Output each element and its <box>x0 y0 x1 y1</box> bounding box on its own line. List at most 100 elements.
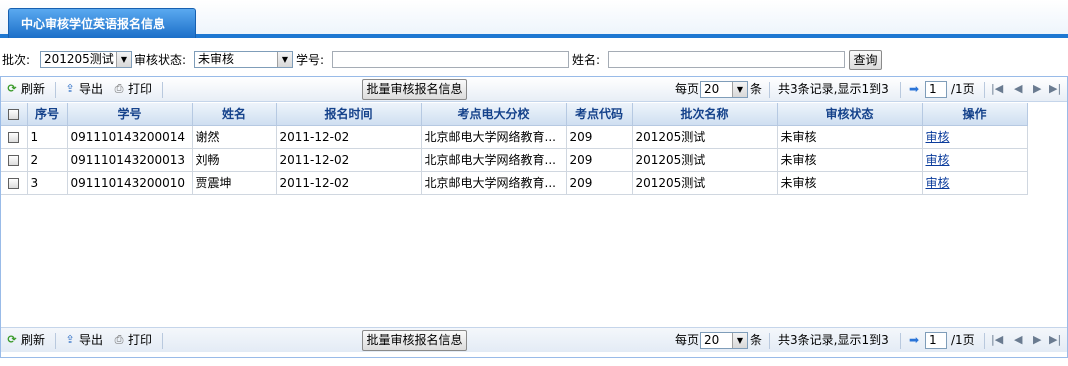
refresh-label: 刷新 <box>21 333 46 347</box>
refresh-button[interactable]: ⟳ 刷新 <box>5 331 45 349</box>
name-input[interactable] <box>608 51 845 68</box>
top-toolbar: ⟳ 刷新 ⇪ 导出 ⎙ 打印 批量审核报名信息 每页 20 ▼ 条 共3条记录,… <box>1 77 1067 102</box>
cell-branch: 北京邮电大学网络教育... <box>421 148 567 172</box>
batch-review-button[interactable]: 批量审核报名信息 <box>362 79 467 100</box>
column-header[interactable]: 审核状态 <box>777 103 923 126</box>
cell-branch: 北京邮电大学网络教育... <box>421 125 567 149</box>
query-button[interactable]: 查询 <box>849 50 882 70</box>
cell-seq: 2 <box>27 148 68 172</box>
batch-label: 批次: <box>2 53 31 67</box>
first-page-icon[interactable]: |◀ <box>991 331 1003 349</box>
refresh-icon: ⟳ <box>7 82 17 95</box>
go-page-icon[interactable]: ➡ <box>909 80 919 98</box>
column-header[interactable]: 姓名 <box>192 103 277 126</box>
per-page-select[interactable]: 20 ▼ <box>700 332 748 349</box>
print-label: 打印 <box>128 82 153 96</box>
prev-page-icon[interactable]: ◀ <box>1014 331 1022 349</box>
last-page-icon[interactable]: ▶| <box>1049 80 1061 98</box>
print-button[interactable]: ⎙ 打印 <box>112 331 152 349</box>
cell-time: 2011-12-02 <box>276 125 422 149</box>
per-page-value: 20 <box>704 333 720 347</box>
page-input[interactable]: 1 <box>925 81 947 98</box>
cell-name: 谢然 <box>192 125 277 149</box>
tab-bar: 中心审核学位英语报名信息 <box>0 0 1068 38</box>
toolbar-divider <box>162 82 163 98</box>
chevron-down-icon: ▼ <box>277 52 292 67</box>
print-icon: ⎙ <box>114 333 124 346</box>
table-row[interactable]: 3 091110143200010 贾震坤 2011-12-02 北京邮电大学网… <box>1 171 1028 195</box>
export-label: 导出 <box>79 82 104 96</box>
go-page-icon[interactable]: ➡ <box>909 331 919 349</box>
student-no-label: 学号: <box>296 53 325 67</box>
column-header[interactable]: 批次名称 <box>632 103 778 126</box>
table-header-row: 序号 学号 姓名 报名时间 考点电大分校 考点代码 批次名称 审核状态 操作 <box>1 103 1028 126</box>
cell-action: 审核 <box>922 171 1028 195</box>
cell-batch: 201205测试 <box>632 125 778 149</box>
column-header[interactable]: 报名时间 <box>276 103 422 126</box>
column-header[interactable]: 序号 <box>27 103 68 126</box>
review-link[interactable]: 审核 <box>926 153 950 167</box>
status-label: 审核状态: <box>134 53 187 67</box>
toolbar-divider <box>55 82 56 98</box>
per-page-select[interactable]: 20 ▼ <box>700 81 748 98</box>
student-no-input[interactable] <box>332 51 569 68</box>
cell-student-no: 091110143200014 <box>67 125 193 149</box>
table-row[interactable]: 1 091110143200014 谢然 2011-12-02 北京邮电大学网络… <box>1 125 1028 149</box>
per-page-value: 20 <box>704 82 720 96</box>
tab-title[interactable]: 中心审核学位英语报名信息 <box>8 8 196 38</box>
toolbar-divider <box>900 333 901 349</box>
cell-time: 2011-12-02 <box>276 148 422 172</box>
checkbox-icon <box>8 154 20 166</box>
column-header[interactable]: 操作 <box>922 103 1028 126</box>
batch-select[interactable]: 201205测试 ▼ <box>40 51 132 68</box>
cell-status: 未审核 <box>777 171 923 195</box>
cell-code: 209 <box>566 171 633 195</box>
next-page-icon[interactable]: ▶ <box>1033 80 1041 98</box>
grid-panel: ⟳ 刷新 ⇪ 导出 ⎙ 打印 批量审核报名信息 每页 20 ▼ 条 共3条记录,… <box>0 76 1068 358</box>
refresh-button[interactable]: ⟳ 刷新 <box>5 80 45 98</box>
page-input[interactable]: 1 <box>925 332 947 349</box>
print-label: 打印 <box>128 333 153 347</box>
export-label: 导出 <box>79 333 104 347</box>
table-row[interactable]: 2 091110143200013 刘畅 2011-12-02 北京邮电大学网络… <box>1 148 1028 172</box>
per-page-suffix: 条 <box>750 333 763 347</box>
row-checkbox[interactable] <box>1 148 28 172</box>
select-all-checkbox[interactable] <box>1 103 28 126</box>
review-link[interactable]: 审核 <box>926 176 950 190</box>
toolbar-divider <box>900 82 901 98</box>
export-button[interactable]: ⇪ 导出 <box>63 80 103 98</box>
prev-page-icon[interactable]: ◀ <box>1014 80 1022 98</box>
column-header[interactable]: 考点电大分校 <box>421 103 567 126</box>
toolbar-divider <box>769 333 770 349</box>
export-button[interactable]: ⇪ 导出 <box>63 331 103 349</box>
batch-review-button[interactable]: 批量审核报名信息 <box>362 330 467 351</box>
cell-time: 2011-12-02 <box>276 171 422 195</box>
bottom-toolbar: ⟳ 刷新 ⇪ 导出 ⎙ 打印 批量审核报名信息 每页 20 ▼ 条 共3条记录,… <box>1 327 1067 352</box>
records-info: 共3条记录,显示1到3 <box>778 82 889 96</box>
toolbar-divider <box>984 82 985 98</box>
review-link[interactable]: 审核 <box>926 130 950 144</box>
per-page-suffix: 条 <box>750 82 763 96</box>
checkbox-icon <box>8 108 20 120</box>
row-checkbox[interactable] <box>1 171 28 195</box>
refresh-icon: ⟳ <box>7 333 17 346</box>
cell-action: 审核 <box>922 125 1028 149</box>
cell-status: 未审核 <box>777 148 923 172</box>
status-select[interactable]: 未审核 ▼ <box>194 51 293 68</box>
page-total: /1页 <box>951 82 975 96</box>
chevron-down-icon: ▼ <box>732 82 747 97</box>
cell-status: 未审核 <box>777 125 923 149</box>
checkbox-icon <box>8 177 20 189</box>
toolbar-divider <box>769 82 770 98</box>
column-header[interactable]: 考点代码 <box>566 103 633 126</box>
refresh-label: 刷新 <box>21 82 46 96</box>
toolbar-divider <box>162 333 163 349</box>
checkbox-icon <box>8 131 20 143</box>
next-page-icon[interactable]: ▶ <box>1033 331 1041 349</box>
print-button[interactable]: ⎙ 打印 <box>112 80 152 98</box>
row-checkbox[interactable] <box>1 125 28 149</box>
column-header[interactable]: 学号 <box>67 103 193 126</box>
first-page-icon[interactable]: |◀ <box>991 80 1003 98</box>
chevron-down-icon: ▼ <box>116 52 131 67</box>
last-page-icon[interactable]: ▶| <box>1049 331 1061 349</box>
